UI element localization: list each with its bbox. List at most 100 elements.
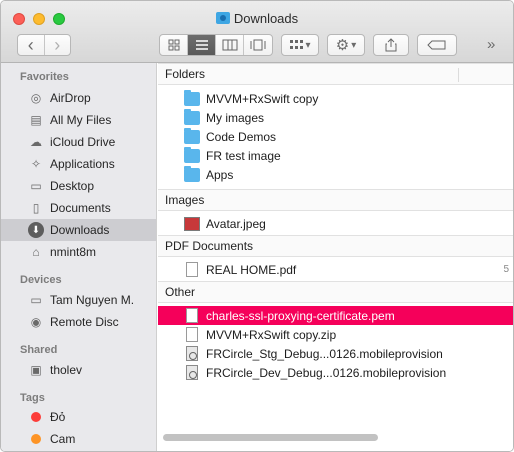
sidebar-item-label: Remote Disc (50, 315, 119, 329)
sidebar-item-tam-nguyen[interactable]: ▭ Tam Nguyen M. (1, 289, 156, 311)
sidebar-item-icloud-drive[interactable]: ☁ iCloud Drive (1, 131, 156, 153)
sidebar-item-label: iCloud Drive (50, 135, 116, 149)
chevron-right-icon: › (54, 34, 61, 55)
zip-file-icon (186, 327, 198, 342)
group-header-other: Other (158, 281, 513, 303)
airdrop-icon: ◎ (30, 91, 42, 105)
share-button[interactable] (373, 34, 409, 56)
list-view-icon (195, 40, 208, 50)
folder-icon (184, 127, 200, 144)
forward-button[interactable]: › (45, 35, 71, 55)
chevron-down-icon: ▾ (305, 39, 311, 51)
list-item[interactable]: REAL HOME.pdf 5 (158, 260, 513, 279)
sidebar-item-label: nmint8m (50, 245, 97, 259)
list-item[interactable]: Code Demos (158, 127, 513, 146)
folder-icon (184, 146, 200, 163)
group-title: Folders (165, 67, 206, 81)
group-header-images: Images (158, 189, 513, 211)
sidebar-item-label: Applications (50, 157, 115, 171)
group-title: Other (165, 285, 196, 299)
arrange-button[interactable]: ▾ (281, 34, 319, 56)
icon-view-icon (168, 39, 179, 51)
navigation-buttons: ‹ › (17, 34, 71, 56)
group-header-pdf-documents: PDF Documents (158, 235, 513, 257)
cover-flow-button[interactable] (244, 35, 272, 55)
downloads-folder-icon (215, 12, 230, 24)
sidebar-section-favorites: Favorites (20, 71, 69, 83)
group-title: Images (165, 193, 205, 207)
monitor-icon: ▣ (30, 363, 42, 377)
window-title-text: Downloads (233, 11, 299, 26)
tag-icon (427, 40, 446, 50)
list-item[interactable]: FRCircle_Dev_Debug...0126.mobileprovisio… (158, 363, 513, 382)
file-name: FR test image (206, 148, 281, 163)
column-view-button[interactable] (216, 35, 244, 55)
view-mode-control (159, 34, 273, 56)
tag-color-dot-icon (28, 431, 44, 447)
sidebar-item-label: Desktop (50, 179, 95, 193)
sidebar-section-devices: Devices (20, 274, 62, 286)
group-title: PDF Documents (165, 239, 254, 253)
file-name: Avatar.jpeg (206, 216, 266, 231)
file-name: My images (206, 110, 265, 125)
sidebar-item-remote-disc[interactable]: ◉ Remote Disc (1, 311, 156, 333)
sidebar-item-nmint8m[interactable]: ⌂ nmint8m (1, 241, 156, 263)
arrange-grid-icon (290, 40, 304, 49)
edit-tags-button[interactable] (417, 34, 457, 56)
sidebar-item-label: tholev (50, 363, 83, 377)
documents-icon: ▯ (32, 201, 40, 215)
cloud-icon: ☁ (30, 135, 42, 149)
list-item-selected[interactable]: charles-ssl-proxying-certificate.pem (158, 306, 513, 325)
sidebar-item-label: Đỏ (50, 410, 66, 424)
red-dot-icon (31, 412, 41, 422)
toolbar: Downloads ‹ › ▾ ⚙ ▾ » (1, 1, 513, 63)
folder-icon (184, 108, 200, 125)
list-item[interactable]: MVVM+RxSwift copy (158, 89, 513, 108)
toolbar-overflow-button[interactable]: » (487, 36, 495, 53)
sidebar-item-label: Downloads (50, 223, 110, 237)
sidebar: Favorites ◎ AirDrop ▤ All My Files ☁ iCloud… (1, 63, 157, 451)
list-item[interactable]: FR test image (158, 146, 513, 165)
icon-view-button[interactable] (160, 35, 188, 55)
provisioning-profile-icon (186, 346, 198, 361)
sidebar-item-desktop[interactable]: ▭ Desktop (1, 175, 156, 197)
folder-icon (184, 89, 200, 106)
list-item[interactable]: Apps (158, 165, 513, 184)
horizontal-scrollbar[interactable] (163, 434, 378, 441)
provisioning-profile-icon (186, 365, 198, 380)
downloads-icon: ⬇ (28, 222, 44, 238)
image-file-icon (184, 216, 200, 231)
action-button[interactable]: ⚙ ▾ (327, 34, 365, 56)
sidebar-item-label: All My Files (50, 113, 112, 127)
desktop-icon: ▭ (30, 179, 42, 193)
list-item[interactable]: MVVM+RxSwift copy.zip (158, 325, 513, 344)
file-name: Apps (206, 167, 234, 182)
file-name: charles-ssl-proxying-certificate.pem (206, 308, 395, 323)
file-name: REAL HOME.pdf (206, 262, 297, 277)
sidebar-item-applications[interactable]: ✧ Applications (1, 153, 156, 175)
list-view-button[interactable] (188, 35, 216, 55)
sidebar-item-documents[interactable]: ▯ Documents (1, 197, 156, 219)
sidebar-item-label: AirDrop (50, 91, 91, 105)
sidebar-item-tholev[interactable]: ▣ tholev (1, 359, 156, 381)
file-list: Folders MVVM+RxSwift copy My images Code… (158, 63, 513, 451)
list-item[interactable]: My images (158, 108, 513, 127)
sidebar-item-tag-do[interactable]: Đỏ (1, 406, 156, 428)
applications-icon: ✧ (30, 157, 42, 171)
file-name: MVVM+RxSwift copy (206, 91, 319, 106)
gear-icon: ⚙ (335, 37, 350, 54)
sidebar-item-all-my-files[interactable]: ▤ All My Files (1, 109, 156, 131)
finder-window: Downloads ‹ › ▾ ⚙ ▾ » Favorites ◎ AirDro… (0, 0, 514, 452)
window-title: Downloads (1, 11, 513, 26)
back-button[interactable]: ‹ (18, 35, 45, 55)
home-icon: ⌂ (32, 245, 40, 259)
sidebar-item-tag-cam[interactable]: Cam (1, 428, 156, 450)
list-item[interactable]: FRCircle_Stg_Debug...0126.mobileprovisio… (158, 344, 513, 363)
file-name: FRCircle_Dev_Debug...0126.mobileprovisio… (206, 365, 447, 380)
file-name: Code Demos (206, 129, 277, 144)
sidebar-item-airdrop[interactable]: ◎ AirDrop (1, 87, 156, 109)
sidebar-item-label: Cam (50, 432, 76, 446)
sidebar-item-downloads[interactable]: ⬇ Downloads (1, 219, 156, 241)
list-item[interactable]: Avatar.jpeg (158, 214, 513, 233)
share-icon (385, 38, 397, 52)
